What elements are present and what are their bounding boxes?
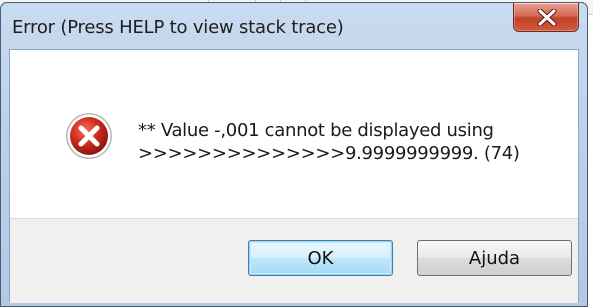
button-bar: OK Ajuda — [10, 218, 578, 303]
title-bar[interactable]: Error (Press HELP to view stack trace) — [1, 3, 587, 49]
dialog-title: Error (Press HELP to view stack trace) — [12, 17, 344, 38]
error-icon — [66, 113, 112, 159]
message-area: ** Value -,001 cannot be displayed using… — [10, 50, 578, 218]
ok-button[interactable]: OK — [248, 240, 393, 276]
message-line-1: ** Value -,001 cannot be displayed using — [138, 120, 494, 141]
error-dialog: Error (Press HELP to view stack trace) *… — [0, 2, 588, 307]
close-icon — [537, 9, 557, 26]
close-button[interactable] — [513, 3, 579, 32]
message-line-2: >>>>>>>>>>>>>>9.9999999999. (74) — [138, 143, 520, 164]
help-button[interactable]: Ajuda — [417, 240, 572, 276]
error-message: ** Value -,001 cannot be displayed using… — [138, 119, 520, 165]
dialog-body: ** Value -,001 cannot be displayed using… — [9, 49, 579, 303]
